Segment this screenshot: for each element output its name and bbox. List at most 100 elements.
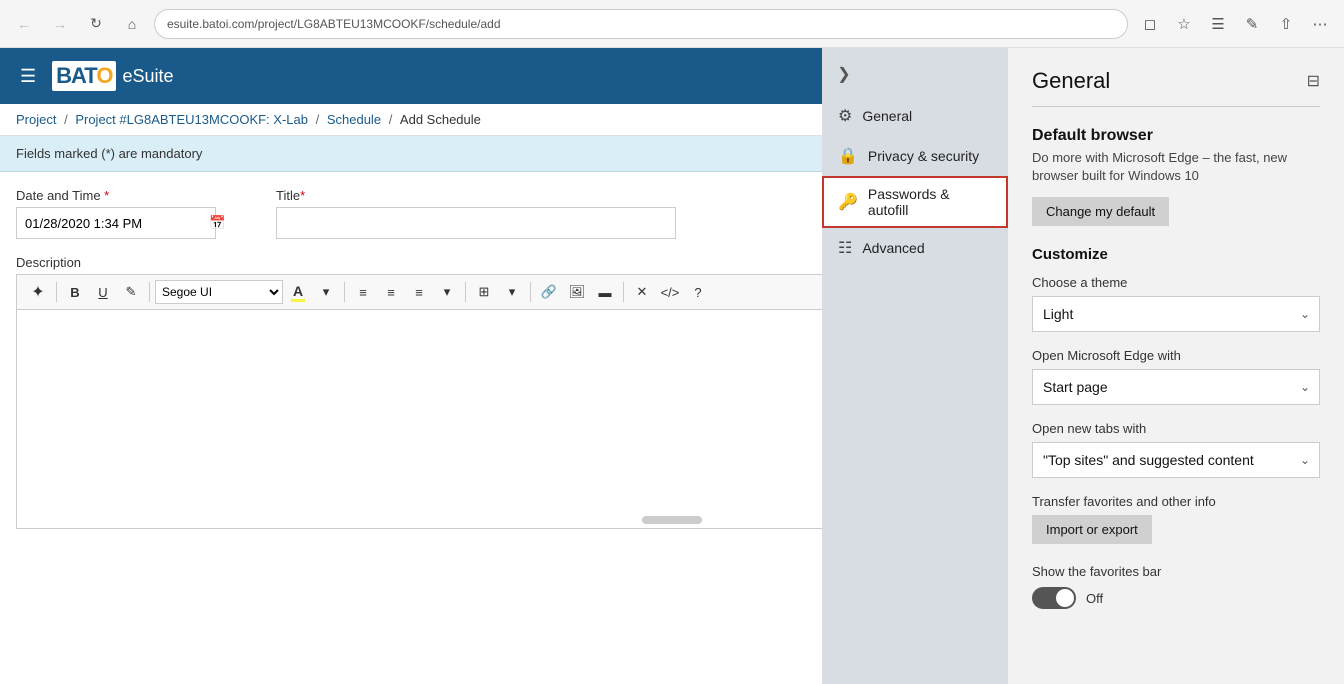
font-a-icon: A <box>291 283 305 302</box>
settings-advanced-icon: ☷ <box>838 238 852 258</box>
settings-advanced-label: Advanced <box>862 240 924 256</box>
toolbar-source[interactable]: </> <box>657 279 683 305</box>
tab-button[interactable]: ◻ <box>1136 10 1164 38</box>
title-required: * <box>300 188 305 203</box>
toolbar-sep-5 <box>530 282 531 302</box>
favorites-bar-label: Show the favorites bar <box>1032 564 1320 579</box>
settings-nav-advanced[interactable]: ☷ Advanced <box>822 228 1008 268</box>
open-with-select-wrapper: Start page New tab page Previous pages A… <box>1032 369 1320 405</box>
new-tabs-select-wrapper: "Top sites" and suggested content Top si… <box>1032 442 1320 478</box>
settings-privacy-label: Privacy & security <box>868 148 979 164</box>
settings-nav-general[interactable]: ⚙ General <box>822 96 1008 136</box>
form-group-date: Date and Time * 📅 <box>16 188 256 239</box>
theme-label: Choose a theme <box>1032 275 1320 290</box>
more-button[interactable]: ⋯ <box>1306 10 1334 38</box>
toolbar-fullscreen[interactable]: ✕ <box>629 279 655 305</box>
toggle-knob <box>1056 589 1074 607</box>
theme-select-wrapper: Light Dark System default ⌄ <box>1032 296 1320 332</box>
customize-title: Customize <box>1032 246 1320 263</box>
logo-o: O <box>96 63 112 88</box>
settings-general-label: General <box>862 108 912 124</box>
toolbar-font-color-arrow[interactable]: ▾ <box>313 279 339 305</box>
home-button[interactable]: ⌂ <box>118 10 146 38</box>
logo-area: BATO eSuite <box>52 61 173 91</box>
browser-icons: ◻ ☆ ☰ ✎ ⇧ ⋯ <box>1136 10 1334 38</box>
toolbar-link[interactable]: 🔗 <box>536 279 562 305</box>
settings-divider <box>1032 106 1320 107</box>
new-tabs-select[interactable]: "Top sites" and suggested content Top si… <box>1032 442 1320 478</box>
main-wrapper: ☰ BATO eSuite Project / Project #LG8ABTE… <box>0 48 1344 684</box>
toolbar-sep-2 <box>149 282 150 302</box>
hamburger-button[interactable]: ☰ <box>16 62 40 91</box>
breadcrumb-sep-2: / <box>316 112 323 127</box>
settings-general-icon: ⚙ <box>838 106 852 126</box>
address-bar[interactable]: esuite.batoi.com/project/LG8ABTEU13MCOOK… <box>154 9 1128 39</box>
toolbar-sep-4 <box>465 282 466 302</box>
favorites-bar-toggle-row: Off <box>1032 587 1320 609</box>
calendar-button[interactable]: 📅 <box>209 208 226 238</box>
toolbar-image[interactable]: 🖼 <box>564 279 590 305</box>
favorites-bar-toggle-label: Off <box>1086 591 1103 606</box>
toolbar-help[interactable]: ? <box>685 279 711 305</box>
settings-nav-privacy[interactable]: 🔒 Privacy & security <box>822 136 1008 176</box>
back-button[interactable]: ← <box>10 10 38 38</box>
open-with-select[interactable]: Start page New tab page Previous pages A… <box>1032 369 1320 405</box>
breadcrumb-current: Add Schedule <box>400 112 481 127</box>
address-text: esuite.batoi.com/project/LG8ABTEU13MCOOK… <box>167 17 501 31</box>
toolbar-table[interactable]: ⊞ <box>471 279 497 305</box>
editor-scrollbar[interactable] <box>642 516 702 524</box>
breadcrumb-sep-1: / <box>64 112 71 127</box>
toolbar-align[interactable]: ≡ <box>406 279 432 305</box>
forward-button[interactable]: → <box>46 10 74 38</box>
settings-passwords-icon: 🔑 <box>838 192 858 212</box>
share-button[interactable]: ⇧ <box>1272 10 1300 38</box>
date-label: Date and Time * <box>16 188 256 203</box>
theme-select[interactable]: Light Dark System default <box>1032 296 1320 332</box>
notes-button[interactable]: ✎ <box>1238 10 1266 38</box>
change-default-button[interactable]: Change my default <box>1032 197 1169 226</box>
toolbar-table-arrow[interactable]: ▾ <box>499 279 525 305</box>
breadcrumb-project-id[interactable]: Project #LG8ABTEU13MCOOKF: X-Lab <box>75 112 308 127</box>
breadcrumb-schedule[interactable]: Schedule <box>327 112 381 127</box>
settings-overlay: ❯ ⚙ General 🔒 Privacy & security 🔑 Passw… <box>822 48 1344 684</box>
toolbar-magic-btn[interactable]: ✦ <box>25 279 51 305</box>
date-input-wrapper: 📅 <box>16 207 216 239</box>
settings-header: General ⊟ <box>1032 68 1320 94</box>
toolbar-align-arrow[interactable]: ▾ <box>434 279 460 305</box>
date-input[interactable] <box>17 208 209 238</box>
breadcrumb-project[interactable]: Project <box>16 112 56 127</box>
browser-chrome: ← → ↻ ⌂ esuite.batoi.com/project/LG8ABTE… <box>0 0 1344 48</box>
settings-main: General ⊟ Default browser Do more with M… <box>1008 48 1344 684</box>
toolbar-media[interactable]: ▬ <box>592 279 618 305</box>
settings-nav-passwords[interactable]: 🔑 Passwords & autofill <box>822 176 1008 228</box>
font-family-select[interactable]: Segoe UI Arial Times New Roman <box>155 280 283 304</box>
settings-collapse-button[interactable]: ❯ <box>830 60 858 88</box>
toolbar-sep-6 <box>623 282 624 302</box>
settings-sidebar: ❯ ⚙ General 🔒 Privacy & security 🔑 Passw… <box>822 48 1008 684</box>
breadcrumb-sep-3: / <box>389 112 396 127</box>
refresh-button[interactable]: ↻ <box>82 10 110 38</box>
default-browser-title: Default browser <box>1032 127 1320 145</box>
toolbar-underline[interactable]: U <box>90 279 116 305</box>
settings-title: General <box>1032 68 1110 94</box>
title-input[interactable] <box>276 207 676 239</box>
toolbar-bullet-list[interactable]: ≡ <box>350 279 376 305</box>
toolbar-sep-1 <box>56 282 57 302</box>
favorites-bar-toggle[interactable] <box>1032 587 1076 609</box>
toolbar-bold[interactable]: B <box>62 279 88 305</box>
settings-privacy-icon: 🔒 <box>838 146 858 166</box>
new-tabs-label: Open new tabs with <box>1032 421 1320 436</box>
favorites-button[interactable]: ☆ <box>1170 10 1198 38</box>
toolbar-sep-3 <box>344 282 345 302</box>
settings-passwords-label: Passwords & autofill <box>868 186 992 218</box>
reading-list-button[interactable]: ☰ <box>1204 10 1232 38</box>
default-browser-desc: Do more with Microsoft Edge – the fast, … <box>1032 149 1320 185</box>
settings-pin-button[interactable]: ⊟ <box>1307 71 1320 91</box>
toolbar-ordered-list[interactable]: ≡ <box>378 279 404 305</box>
open-with-label: Open Microsoft Edge with <box>1032 348 1320 363</box>
date-required: * <box>101 188 110 203</box>
toolbar-strikethrough[interactable]: ✎ <box>118 279 144 305</box>
import-export-button[interactable]: Import or export <box>1032 515 1152 544</box>
toolbar-font-color[interactable]: A <box>285 279 311 305</box>
logo-bat: BATO <box>52 61 116 91</box>
